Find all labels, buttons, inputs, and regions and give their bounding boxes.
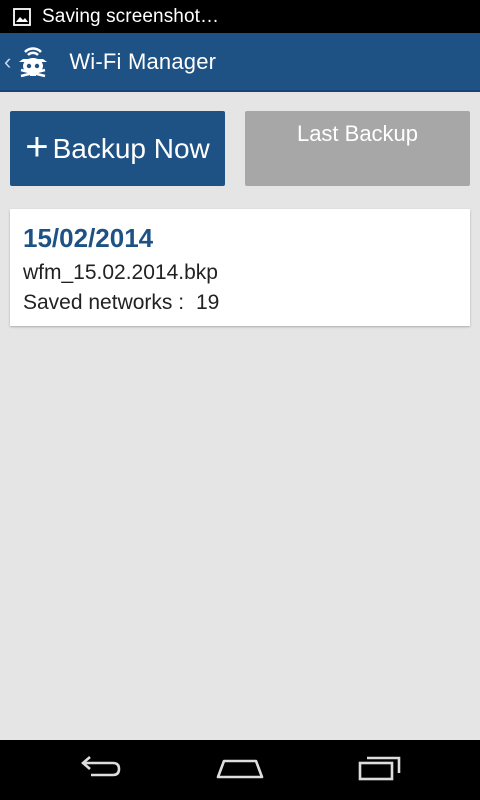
back-caret-icon: ‹ xyxy=(4,48,12,74)
home-icon xyxy=(215,755,265,786)
plus-icon: + xyxy=(25,124,49,169)
backup-list-item[interactable]: 15/02/2014 wfm_15.02.2014.bkp Saved netw… xyxy=(10,209,470,326)
home-button[interactable] xyxy=(210,752,270,788)
saved-networks-label: Saved networks : xyxy=(23,291,185,314)
last-backup-button[interactable]: Last Backup xyxy=(245,111,470,186)
saved-networks-count: 19 xyxy=(195,291,220,314)
backup-now-label: Backup Now xyxy=(52,132,210,164)
app-title: Wi-Fi Manager xyxy=(69,48,217,74)
action-bar: ‹ Wi-Fi Manager xyxy=(0,33,480,92)
up-navigation-button[interactable]: ‹ xyxy=(0,33,59,90)
pirate-wifi-icon xyxy=(13,42,53,82)
backup-now-button[interactable]: + Backup Now xyxy=(10,111,225,186)
navigation-bar xyxy=(0,740,480,800)
last-backup-label: Last Backup xyxy=(296,121,419,146)
saved-networks: Saved networks : 19 xyxy=(23,291,219,315)
recents-icon xyxy=(357,754,403,787)
back-icon xyxy=(77,754,123,787)
status-bar: Saving screenshot… xyxy=(0,0,480,33)
status-text: Saving screenshot… xyxy=(42,5,220,27)
main-content: + Backup Now Last Backup 15/02/2014 wfm_… xyxy=(0,92,480,740)
backup-date: 15/02/2014 xyxy=(23,223,154,253)
recents-button[interactable] xyxy=(350,752,410,788)
backup-filename: wfm_15.02.2014.bkp xyxy=(23,261,218,284)
back-button[interactable] xyxy=(70,752,130,788)
image-icon xyxy=(12,7,32,27)
